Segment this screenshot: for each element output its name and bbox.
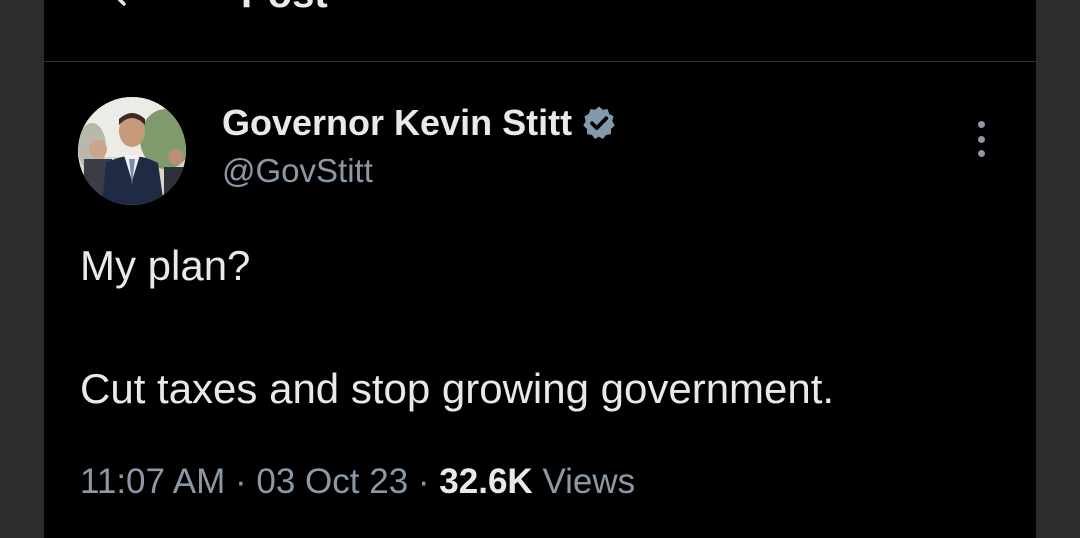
meta-separator: · bbox=[235, 462, 247, 501]
author-display-name[interactable]: Governor Kevin Stitt bbox=[222, 103, 572, 143]
meta-separator: · bbox=[417, 462, 430, 501]
back-arrow-icon[interactable] bbox=[106, 0, 146, 16]
post-metadata: 11:07 AM · 03 Oct 23 · 32.6K Views bbox=[80, 460, 635, 504]
more-vertical-icon bbox=[977, 121, 985, 128]
page-title: Post bbox=[241, 0, 328, 14]
more-options-button[interactable] bbox=[966, 116, 996, 162]
views-count[interactable]: 32.6K bbox=[439, 462, 532, 501]
author-name-row[interactable]: Governor Kevin Stitt bbox=[222, 103, 618, 143]
post-text-line: My plan? bbox=[80, 242, 251, 289]
post-text-line: Cut taxes and stop growing government. bbox=[80, 365, 835, 412]
avatar[interactable] bbox=[78, 97, 186, 205]
more-vertical-icon-dot bbox=[977, 150, 985, 157]
post-screen: Post Governor Kevin Stitt @GovStitt bbox=[44, 0, 1036, 538]
post-date[interactable]: 03 Oct 23 bbox=[256, 462, 408, 501]
views-label[interactable]: Views bbox=[542, 462, 635, 501]
more-vertical-icon-dot bbox=[977, 135, 985, 143]
post-time[interactable]: 11:07 AM bbox=[80, 462, 225, 501]
author-handle[interactable]: @GovStitt bbox=[222, 151, 373, 191]
verified-badge-icon[interactable] bbox=[580, 104, 618, 142]
top-bar: Post bbox=[44, 0, 1036, 62]
avatar-photo bbox=[78, 97, 186, 205]
